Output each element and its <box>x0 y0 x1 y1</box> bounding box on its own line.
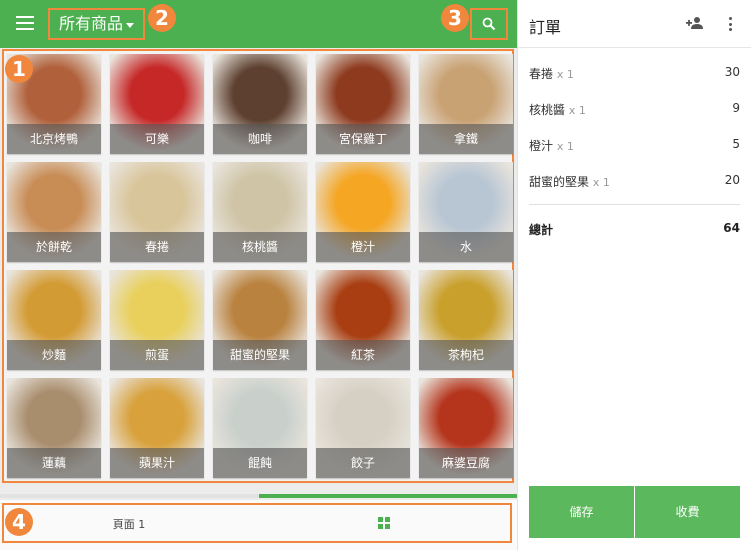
product-tile[interactable]: 咖啡 <box>213 54 307 154</box>
product-name: 水 <box>419 232 513 262</box>
order-item-name: 春捲 <box>529 67 554 81</box>
total-amount: 64 <box>723 221 740 235</box>
callout-marker-4: 4 <box>5 508 33 536</box>
product-name: 咖啡 <box>213 124 307 154</box>
page-tab-label[interactable]: 頁面 1 <box>104 516 154 532</box>
callout-marker-2: 2 <box>148 4 176 32</box>
product-tile[interactable]: 蘋果汁 <box>110 378 204 478</box>
grid-view-icon[interactable] <box>378 517 390 529</box>
product-name: 拿鐵 <box>419 124 513 154</box>
product-tile[interactable]: 餛飩 <box>213 378 307 478</box>
callout-marker-1: 1 <box>5 55 33 83</box>
category-label: 所有商品 <box>59 14 124 33</box>
product-tile[interactable]: 煎蛋 <box>110 270 204 370</box>
product-tile[interactable]: 春捲 <box>110 162 204 262</box>
product-tile[interactable]: 可樂 <box>110 54 204 154</box>
callout-marker-3: 3 <box>441 4 469 32</box>
product-name: 餛飩 <box>213 448 307 478</box>
product-name: 茶枸杞 <box>419 340 513 370</box>
more-options-icon[interactable] <box>729 17 733 31</box>
product-tile[interactable]: 橙汁 <box>316 162 410 262</box>
order-divider <box>529 204 740 205</box>
search-button[interactable] <box>470 8 508 40</box>
chevron-down-icon <box>126 23 134 28</box>
product-name: 煎蛋 <box>110 340 204 370</box>
product-name: 核桃醬 <box>213 232 307 262</box>
order-item-name: 橙汁 <box>529 139 554 153</box>
order-line[interactable]: 春捲 x 1 30 <box>529 65 740 81</box>
bottom-bar-highlight <box>2 503 512 543</box>
product-tile[interactable]: 茶枸杞 <box>419 270 513 370</box>
order-pane: 訂單 春捲 x 1 30 核桃醬 x 1 9 橙汁 x 1 5 甜蜜的堅果 x 1 20 總計… <box>517 0 751 550</box>
order-line[interactable]: 核桃醬 x 1 9 <box>529 101 740 117</box>
product-name: 春捲 <box>110 232 204 262</box>
order-total-row: 總計 64 <box>529 221 740 238</box>
product-name: 可樂 <box>110 124 204 154</box>
search-icon <box>482 17 496 31</box>
product-tile[interactable]: 宮保雞丁 <box>316 54 410 154</box>
product-name: 炒麵 <box>7 340 101 370</box>
charge-button[interactable]: 收費 <box>635 486 740 538</box>
page-indicator <box>0 494 517 498</box>
order-item-qty: x 1 <box>556 68 574 81</box>
product-name: 宮保雞丁 <box>316 124 410 154</box>
app-bar: 所有商品 <box>0 0 517 48</box>
product-tile[interactable]: 水 <box>419 162 513 262</box>
add-person-icon[interactable] <box>686 16 704 30</box>
product-name: 紅茶 <box>316 340 410 370</box>
product-tile[interactable]: 蓮藕 <box>7 378 101 478</box>
product-name: 甜蜜的堅果 <box>213 340 307 370</box>
order-item-price: 5 <box>732 137 740 151</box>
product-tile[interactable]: 核桃醬 <box>213 162 307 262</box>
product-name: 於餅乾 <box>7 232 101 262</box>
product-tile[interactable]: 甜蜜的堅果 <box>213 270 307 370</box>
product-name: 蘋果汁 <box>110 448 204 478</box>
product-name: 橙汁 <box>316 232 410 262</box>
product-pane: 所有商品 北京烤鴨 可樂 咖啡 宮保雞丁 拿鐵於餅乾 春捲 核桃醬 橙汁水炒麵 煎蛋 甜蜜的堅果紅… <box>0 0 517 550</box>
save-button[interactable]: 儲存 <box>529 486 634 538</box>
menu-icon[interactable] <box>16 16 34 32</box>
order-item-price: 9 <box>732 101 740 115</box>
product-name: 蓮藕 <box>7 448 101 478</box>
product-tile[interactable]: 麻婆豆腐 <box>419 378 513 478</box>
product-tile[interactable]: 拿鐵 <box>419 54 513 154</box>
order-item-price: 30 <box>724 65 740 79</box>
product-name: 餃子 <box>316 448 410 478</box>
product-tile[interactable]: 餃子 <box>316 378 410 478</box>
product-tile[interactable]: 紅茶 <box>316 270 410 370</box>
product-grid: 北京烤鴨 可樂 咖啡 宮保雞丁 拿鐵於餅乾 春捲 核桃醬 橙汁水炒麵 煎蛋 甜蜜的堅果 紅茶 茶枸杞蓮… <box>2 49 514 483</box>
product-tile[interactable]: 於餅乾 <box>7 162 101 262</box>
product-name: 北京烤鴨 <box>7 124 101 154</box>
order-item-qty: x 1 <box>568 104 586 117</box>
order-item-name: 甜蜜的堅果 <box>529 175 590 189</box>
order-line[interactable]: 甜蜜的堅果 x 1 20 <box>529 173 740 189</box>
order-line[interactable]: 橙汁 x 1 5 <box>529 137 740 153</box>
category-dropdown[interactable]: 所有商品 <box>48 8 145 40</box>
order-header: 訂單 <box>518 0 751 48</box>
order-item-name: 核桃醬 <box>529 103 566 117</box>
order-item-price: 20 <box>724 173 740 187</box>
product-name: 麻婆豆腐 <box>419 448 513 478</box>
total-label: 總計 <box>529 223 554 237</box>
order-item-qty: x 1 <box>592 176 610 189</box>
order-item-qty: x 1 <box>556 140 574 153</box>
product-tile[interactable]: 炒麵 <box>7 270 101 370</box>
order-title: 訂單 <box>529 18 562 37</box>
